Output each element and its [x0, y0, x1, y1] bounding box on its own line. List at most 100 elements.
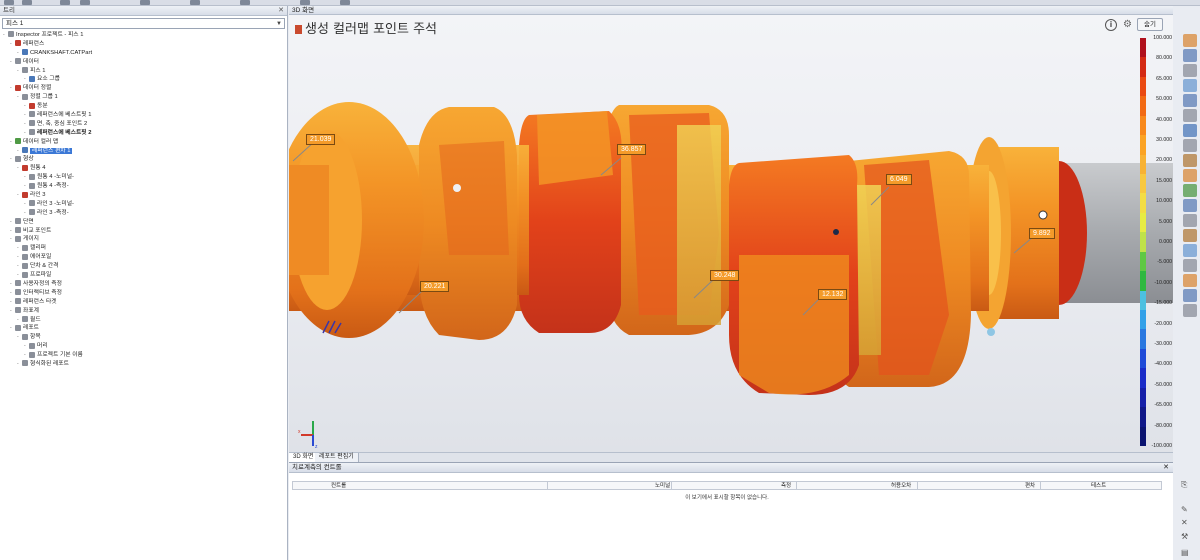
tree-item[interactable]: - 게이지 — [0, 235, 287, 244]
column-header[interactable]: 측정 — [781, 482, 791, 490]
hand-icon[interactable] — [1183, 229, 1197, 242]
tree-item[interactable]: - 동분 — [0, 102, 287, 111]
close-icon[interactable]: ✕ — [1163, 463, 1169, 473]
tree-item[interactable]: - 월드 — [0, 315, 287, 325]
export-icon[interactable] — [1183, 304, 1197, 317]
tree-item[interactable]: - 단차 & 간격 — [0, 262, 287, 271]
wrench-icon[interactable]: ✎ — [1181, 505, 1188, 514]
tree-item[interactable]: - 라인 3 — [0, 191, 287, 200]
camera-icon[interactable] — [1183, 154, 1197, 167]
tree-item[interactable]: - 사용자정의 측정 — [0, 280, 287, 289]
column-header[interactable]: 편차 — [1025, 482, 1035, 490]
section-view-icon[interactable] — [1183, 139, 1197, 152]
measurement-point-marker[interactable] — [453, 184, 461, 192]
toolbar-tool-icon[interactable] — [190, 0, 200, 5]
toolbar-tool-icon[interactable] — [340, 0, 350, 5]
tree-item[interactable]: - 정렬 그룹 1 — [0, 93, 287, 102]
tree-item[interactable]: - 단면 — [0, 218, 287, 227]
toolbar-redo-icon[interactable] — [80, 0, 90, 5]
column-header[interactable]: 허용오차 — [891, 482, 911, 490]
chevron-down-icon[interactable]: ▼ — [276, 19, 282, 29]
grid-icon[interactable] — [1183, 289, 1197, 302]
color-scale-bar[interactable] — [1140, 38, 1146, 447]
copy-icon[interactable]: ⎘ — [1181, 480, 1187, 490]
tree-item[interactable]: - 프로파일 — [0, 271, 287, 280]
tree-item[interactable]: - 라인 3 -측정- — [0, 209, 287, 218]
deviation-callout[interactable]: 6.049 — [886, 174, 912, 185]
tree-item[interactable]: - 데이터 정렬 — [0, 84, 287, 93]
measure-icon[interactable] — [1183, 184, 1197, 197]
tree-item[interactable]: - 데이터 — [0, 58, 287, 67]
tree-item[interactable]: - 레퍼런스 — [0, 40, 287, 49]
view-iso-icon[interactable] — [1183, 109, 1197, 122]
tree-item[interactable]: - 레퍼런스에 베스트핏 2 — [0, 129, 287, 138]
deviation-callout[interactable]: 9.892 — [1029, 228, 1055, 239]
export-icon[interactable]: ▤ — [1181, 548, 1189, 557]
piece-selector[interactable]: 피스 1 ▼ — [2, 18, 285, 29]
toolbar-tool-icon[interactable] — [140, 0, 150, 5]
tree-item[interactable]: - 원통 4 -노미널- — [0, 173, 287, 182]
tree-item[interactable]: - 피스 1 — [0, 67, 287, 76]
tree-item[interactable]: - 레퍼런스 편차 1 — [0, 147, 287, 156]
measurement-point-marker[interactable] — [1038, 210, 1048, 220]
hide-button[interactable]: 숨기 — [1137, 18, 1163, 31]
tab-report-editor[interactable]: 레포트 편집기 — [315, 453, 359, 462]
tree-item[interactable]: - 좌표계 — [0, 307, 287, 316]
tree-item[interactable]: - Inspector 프로젝트 - 피스 1 — [0, 31, 287, 40]
deviation-callout[interactable]: 30.248 — [710, 270, 740, 281]
deviation-callout[interactable]: 12.132 — [818, 289, 848, 300]
column-header[interactable]: 테스트 — [1091, 482, 1106, 490]
delete-icon[interactable]: ✕ — [1181, 518, 1188, 527]
close-icon[interactable]: ✕ — [278, 6, 284, 16]
measurement-point-marker[interactable] — [833, 229, 839, 235]
settings-icon[interactable] — [1183, 259, 1197, 272]
toolbar-undo-icon[interactable] — [60, 0, 70, 5]
color-map-icon[interactable] — [1183, 274, 1197, 287]
tree-item[interactable]: - 데이터 컬러 맵 — [0, 138, 287, 147]
deviation-callout[interactable]: 21.039 — [306, 134, 336, 145]
pointer-icon[interactable] — [1183, 199, 1197, 212]
tree-item[interactable]: - 원통 4 — [0, 164, 287, 173]
tree-item[interactable]: - 프로젝트 기본 이름 — [0, 351, 287, 360]
tool-icon[interactable]: ⚒ — [1181, 532, 1188, 541]
tree-item[interactable]: - 캘리퍼 — [0, 244, 287, 253]
column-header[interactable]: 컨트롤 — [331, 482, 346, 490]
tree-item[interactable]: - 면, 축, 중심 포인트 2 — [0, 120, 287, 129]
tree-item[interactable]: - 형식화된 레포트 — [0, 360, 287, 369]
tree-item[interactable]: - 항목 — [0, 333, 287, 342]
tree-item[interactable]: - 요소 그룹 — [0, 75, 287, 84]
deviation-callout[interactable]: 36.857 — [617, 144, 647, 155]
toolbar-save-icon[interactable] — [22, 0, 32, 5]
tree-item[interactable]: - 에어포일 — [0, 253, 287, 262]
deviation-callout[interactable]: 20.221 — [420, 281, 450, 292]
tree-item[interactable]: - 레퍼런스에 베스트핏 1 — [0, 111, 287, 120]
layers-icon[interactable] — [1183, 169, 1197, 182]
probe-icon[interactable] — [1183, 244, 1197, 257]
toolbar-tool-icon[interactable] — [240, 0, 250, 5]
color-scale-legend[interactable]: 100.000 80.000 65.000 50.000 40.000 30.000 20.… — [1140, 32, 1172, 452]
measurement-point-marker[interactable] — [987, 328, 995, 336]
tree-item[interactable]: - 레퍼런스 타겟 — [0, 298, 287, 307]
tree-item[interactable]: - 머리 — [0, 342, 287, 351]
zoom-fit-icon[interactable] — [1183, 34, 1197, 47]
tree-item[interactable]: - 형상 — [0, 155, 287, 164]
view-front-icon[interactable] — [1183, 94, 1197, 107]
pan-icon[interactable] — [1183, 64, 1197, 77]
column-header[interactable]: 노미널 — [655, 482, 670, 490]
gear-icon[interactable]: ⚙ — [1123, 19, 1132, 30]
tree-item[interactable]: - 레포트 — [0, 324, 287, 333]
zoom-icon[interactable] — [1183, 79, 1197, 92]
tree-item[interactable]: - CRANKSHAFT.CATPart — [0, 49, 287, 58]
tree-item[interactable]: - 비교 포인트 — [0, 227, 287, 236]
toolbar-open-icon[interactable] — [4, 0, 14, 5]
toolbar-tool-icon[interactable] — [300, 0, 310, 5]
eye-icon[interactable] — [1183, 124, 1197, 137]
rotate-icon[interactable] — [1183, 49, 1197, 62]
tree-item[interactable]: - 원통 4 -측정- — [0, 182, 287, 191]
tree-item[interactable]: - 라인 3 -노미널- — [0, 200, 287, 209]
tab-3d-view[interactable]: 3D 화면 — [289, 453, 319, 462]
3d-viewport[interactable]: 생성 컬러맵 포인트 주석 i ⚙ 숨기 21.039 36.857 6.049… — [289, 15, 1173, 452]
info-icon[interactable]: i — [1105, 19, 1117, 31]
tree-item[interactable]: - 인터랙티브 측정 — [0, 289, 287, 298]
select-icon[interactable] — [1183, 214, 1197, 227]
